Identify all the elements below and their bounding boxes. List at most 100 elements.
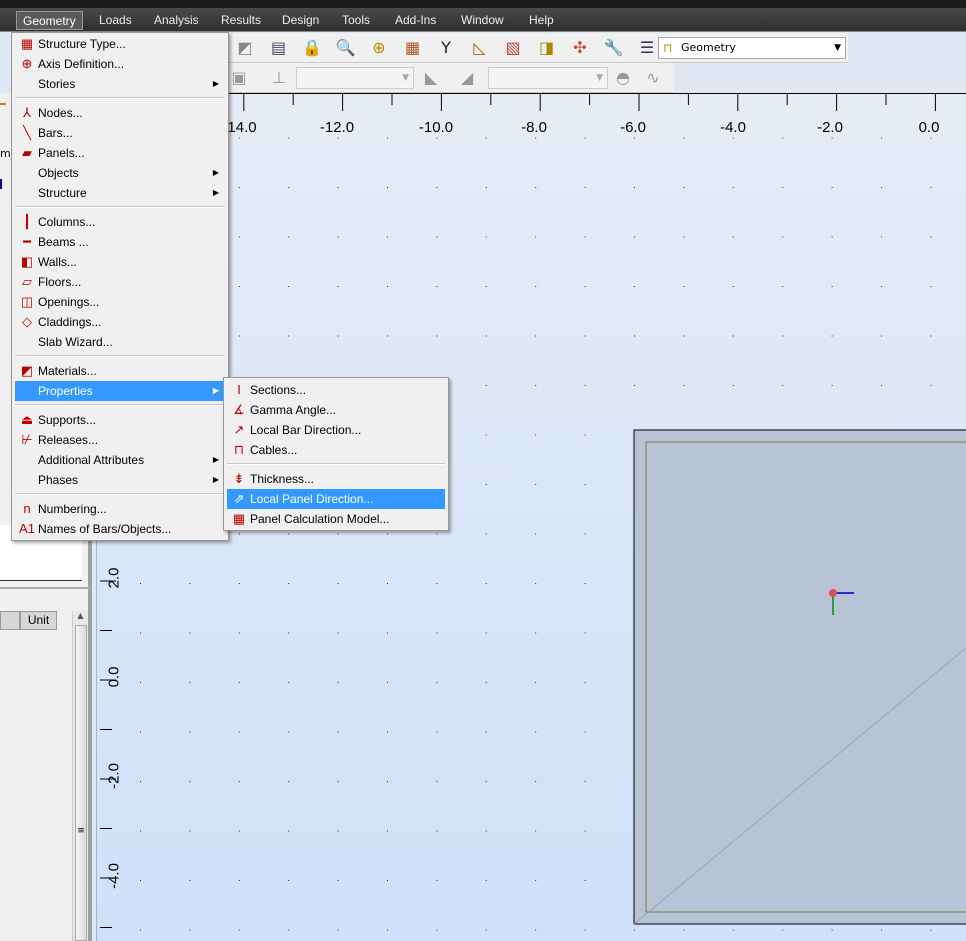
menu-item-beams[interactable]: ━ Beams ... (15, 232, 225, 252)
gamma-angle-icon: ∡ (233, 402, 245, 417)
disabled-combo-2[interactable]: ▼ (488, 67, 608, 89)
menu-item-stories[interactable]: Stories ▶ (15, 74, 225, 94)
x-tick-label: -2.0 (817, 119, 843, 136)
grid-dot (238, 682, 240, 683)
grid-dot (535, 583, 537, 584)
scroll-thumb[interactable]: ≡ (75, 625, 87, 941)
grid-dot (634, 929, 635, 931)
grid-dot (732, 236, 734, 238)
menu-geometry[interactable]: Geometry (16, 11, 83, 30)
grid-dot (485, 533, 487, 535)
menu-item-structure-type[interactable]: ▦ Structure Type... (15, 34, 225, 54)
menu-item-slab-wizard[interactable]: Slab Wizard... (15, 332, 225, 352)
zoom-icon[interactable]: 🔍 (335, 37, 357, 59)
menu-help[interactable]: Help (523, 11, 560, 30)
menu-item-additional-attributes[interactable]: Additional Attributes ▶ (15, 450, 225, 470)
submenu-arrow-icon: ▶ (212, 455, 219, 464)
measure-icon[interactable]: ◺ (469, 37, 491, 59)
grid-dot (288, 929, 290, 931)
menu-tools[interactable]: Tools (336, 11, 376, 30)
grid-dot (584, 533, 586, 535)
menu-separator (15, 355, 225, 357)
menu-item-columns[interactable]: ┃ Columns... (15, 212, 225, 232)
disabled-load2-icon: ◢ (460, 68, 474, 87)
menu-item-structure[interactable]: Structure ▶ (15, 183, 225, 203)
menu-item-materials[interactable]: ◩ Materials... (15, 361, 225, 381)
grid-dot (584, 385, 586, 386)
grid-dot (584, 137, 586, 139)
display-icon[interactable]: ▦ (402, 37, 424, 59)
scroll-up-icon[interactable]: ▲ (73, 611, 88, 620)
grid-dot (535, 335, 537, 337)
axis-definition-icon: ⊕ (21, 56, 33, 71)
grid-dot (930, 286, 932, 287)
menu-item-sections[interactable]: I Sections... (227, 380, 445, 400)
columns-icon: ┃ (23, 214, 31, 229)
menu-design[interactable]: Design (276, 11, 325, 30)
tools-icon[interactable]: 🔧 (603, 37, 625, 59)
grid-dot (782, 236, 784, 238)
menu-results[interactable]: Results (215, 11, 267, 30)
menu-item-label: Structure (38, 186, 87, 200)
menu-item-bars[interactable]: ╲ Bars... (15, 123, 225, 143)
disabled-combo-1[interactable]: ▼ (296, 67, 414, 89)
grid-dot (584, 484, 586, 485)
view-icon[interactable]: ◩ (234, 37, 256, 59)
grid-dot (584, 434, 586, 436)
pan-icon[interactable]: ⊕ (368, 37, 390, 59)
grid-dot (288, 632, 290, 634)
axes-icon[interactable]: Y (435, 37, 457, 59)
section-icon[interactable]: ▧ (502, 37, 524, 59)
grid-dot (387, 880, 388, 881)
menu-item-numbering[interactable]: n Numbering... (15, 499, 225, 519)
grid-dot (436, 286, 438, 287)
table-icon[interactable]: ▤ (268, 37, 290, 59)
menu-loads[interactable]: Loads (93, 11, 138, 30)
menu-item-axis-definition[interactable]: ⊕ Axis Definition... (15, 54, 225, 74)
menu-item-releases[interactable]: ⊬ Releases... (15, 430, 225, 450)
menu-item-panels[interactable]: ▰ Panels... (15, 143, 225, 163)
grid-dot (831, 335, 833, 337)
menu-item-floors[interactable]: ▱ Floors... (15, 272, 225, 292)
disabled-tool-icon: ▣ (231, 68, 247, 87)
grid-dot (337, 335, 339, 337)
menu-analysis[interactable]: Analysis (148, 11, 205, 30)
vertical-scrollbar[interactable]: ▲ ≡ (72, 611, 88, 941)
menu-item-names-of-bars-objects[interactable]: A1 Names of Bars/Objects... (15, 519, 225, 539)
menu-item-supports[interactable]: ⏏ Supports... (15, 410, 225, 430)
materials-icon[interactable]: ◨ (536, 37, 558, 59)
menu-item-label: Names of Bars/Objects... (38, 522, 172, 536)
grid-dot (782, 137, 784, 139)
lock-icon[interactable]: 🔒 (301, 37, 323, 59)
grid-dot (930, 335, 932, 337)
grid-dot (584, 583, 586, 584)
menu-item-nodes[interactable]: ⅄ Nodes... (15, 103, 225, 123)
panel-outline[interactable] (633, 429, 966, 925)
table-header-unit[interactable]: Unit (20, 611, 57, 630)
layout-combo[interactable]: ⊓ Geometry ▼ (658, 37, 846, 59)
menu-item-local-panel-direction[interactable]: ⇗ Local Panel Direction... (227, 489, 445, 509)
walls-icon: ◧ (20, 254, 34, 269)
layout-combo-value: Geometry (681, 41, 736, 54)
menu-item-cables[interactable]: ⊓ Cables... (227, 440, 445, 460)
dropdown-arrow-icon[interactable]: ▼ (834, 38, 841, 58)
menu-item-properties[interactable]: Properties ▶ (15, 381, 225, 401)
menu-item-claddings[interactable]: ◇ Claddings... (15, 312, 225, 332)
menu-item-gamma-angle[interactable]: ∡ Gamma Angle... (227, 400, 445, 420)
layout-list-icon[interactable]: ☰ (636, 37, 658, 59)
menu-item-walls[interactable]: ◧ Walls... (15, 252, 225, 272)
menu-item-phases[interactable]: Phases ▶ (15, 470, 225, 490)
menu-item-thickness[interactable]: ⇟ Thickness... (227, 469, 445, 489)
menu-item-local-bar-direction[interactable]: ↗ Local Bar Direction... (227, 420, 445, 440)
render-icon[interactable]: ✣ (569, 37, 591, 59)
grid-dot (535, 632, 537, 634)
grid-dot (140, 731, 141, 733)
grid-dot (930, 137, 932, 139)
grid-dot (436, 236, 438, 238)
grid-dot (535, 830, 537, 832)
menu-item-objects[interactable]: Objects ▶ (15, 163, 225, 183)
menu-addins[interactable]: Add-Ins (389, 11, 442, 30)
menu-item-panel-calculation-model[interactable]: ▦ Panel Calculation Model... (227, 509, 445, 529)
menu-window[interactable]: Window (455, 11, 510, 30)
menu-item-openings[interactable]: ◫ Openings... (15, 292, 225, 312)
